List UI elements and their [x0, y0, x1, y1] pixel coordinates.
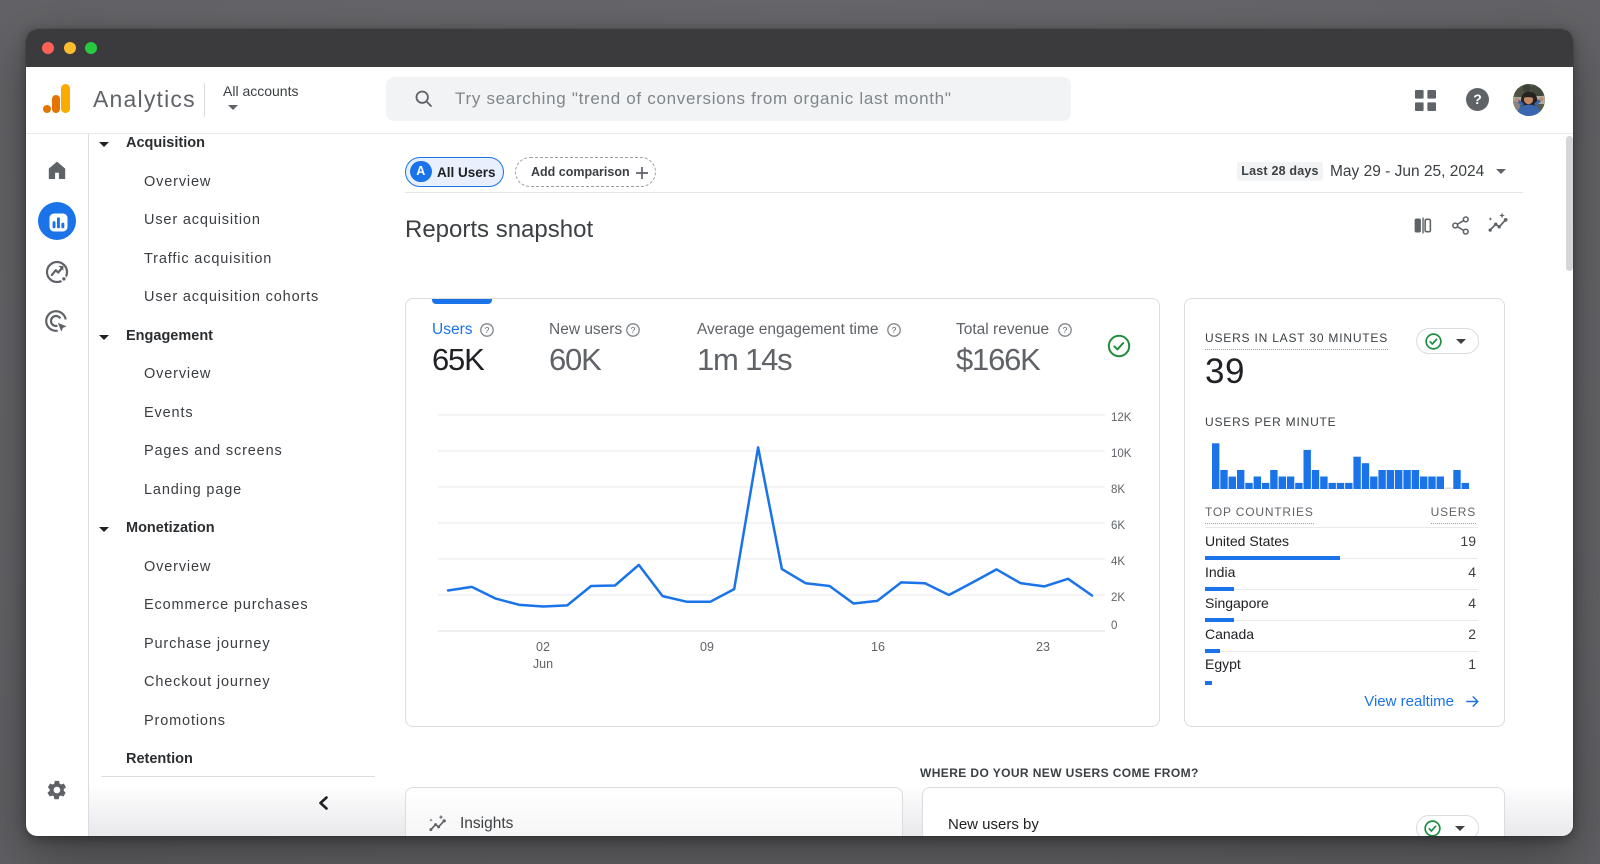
svg-text:12K: 12K: [1111, 412, 1132, 424]
svg-text:0: 0: [1111, 620, 1117, 632]
svg-text:23: 23: [1036, 640, 1050, 654]
svg-text:10K: 10K: [1111, 448, 1132, 460]
svg-text:02: 02: [536, 640, 550, 654]
svg-text:4K: 4K: [1111, 556, 1125, 568]
svg-text:Jun: Jun: [533, 657, 553, 671]
svg-text:16: 16: [871, 640, 885, 654]
svg-text:2K: 2K: [1111, 592, 1125, 604]
svg-text:6K: 6K: [1111, 520, 1125, 532]
svg-text:8K: 8K: [1111, 484, 1125, 496]
svg-text:09: 09: [700, 640, 714, 654]
